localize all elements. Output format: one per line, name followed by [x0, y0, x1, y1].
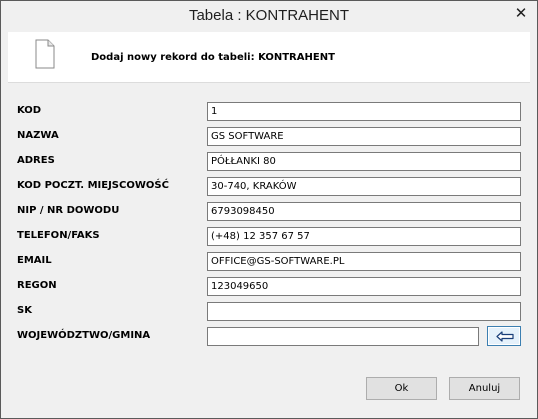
regon-input[interactable]: 123049650	[207, 277, 521, 296]
field-label: TELEFON/FAKS	[17, 230, 100, 241]
kod-poczt-input[interactable]: 30-740, KRAKÓW	[207, 177, 521, 196]
form-row-regon: REGON 123049650	[8, 277, 530, 297]
email-input[interactable]: OFFICE@GS-SOFTWARE.PL	[207, 252, 521, 271]
field-label: SK	[17, 305, 32, 316]
close-icon[interactable]: ✕	[511, 3, 531, 23]
field-label: NAZWA	[17, 130, 59, 141]
header-title: Dodaj nowy rekord do tabeli: KONTRAHENT	[91, 52, 335, 63]
form-row-email: EMAIL OFFICE@GS-SOFTWARE.PL	[8, 252, 530, 272]
kod-input[interactable]: 1	[207, 102, 521, 121]
document-icon	[35, 39, 55, 69]
form-area: KOD 1 NAZWA GS SOFTWARE ADRES PÓŁŁANKI 8…	[8, 82, 530, 413]
dialog-window: Tabela : KONTRAHENT ✕ Dodaj nowy rekord …	[0, 0, 538, 419]
cancel-button[interactable]: Anuluj	[449, 377, 520, 400]
nip-input[interactable]: 6793098450	[207, 202, 521, 221]
nazwa-input[interactable]: GS SOFTWARE	[207, 127, 521, 146]
form-row-wojewodztwo: WOJEWÓDZTWO/GMINA	[8, 326, 530, 347]
form-row-kod-poczt: KOD POCZT. MIEJSCOWOŚĆ 30-740, KRAKÓW	[8, 177, 530, 197]
field-label: ADRES	[17, 155, 55, 166]
form-row-nazwa: NAZWA GS SOFTWARE	[8, 127, 530, 147]
adres-input[interactable]: PÓŁŁANKI 80	[207, 152, 521, 171]
field-label: REGON	[17, 280, 57, 291]
field-label: EMAIL	[17, 255, 52, 266]
field-label: KOD POCZT. MIEJSCOWOŚĆ	[17, 180, 169, 191]
wojewodztwo-picker-button[interactable]	[487, 326, 521, 346]
window-title: Tabela : KONTRAHENT	[188, 7, 350, 24]
form-row-adres: ADRES PÓŁŁANKI 80	[8, 152, 530, 172]
form-row-kod: KOD 1	[8, 102, 530, 122]
arrow-left-icon	[496, 331, 514, 342]
footer-divider	[8, 363, 530, 364]
form-row-telefon: TELEFON/FAKS (+48) 12 357 67 57	[8, 227, 530, 247]
field-label: NIP / NR DOWODU	[17, 205, 120, 216]
form-row-sk: SK	[8, 302, 530, 322]
sk-input[interactable]	[207, 302, 521, 321]
field-label: WOJEWÓDZTWO/GMINA	[17, 330, 151, 341]
wojewodztwo-input[interactable]	[207, 327, 479, 346]
form-row-nip: NIP / NR DOWODU 6793098450	[8, 202, 530, 222]
dialog-header: Dodaj nowy rekord do tabeli: KONTRAHENT	[8, 32, 530, 82]
ok-button[interactable]: Ok	[366, 377, 437, 400]
field-label: KOD	[17, 105, 42, 116]
telefon-input[interactable]: (+48) 12 357 67 57	[207, 227, 521, 246]
title-bar[interactable]: Tabela : KONTRAHENT ✕	[1, 1, 537, 32]
